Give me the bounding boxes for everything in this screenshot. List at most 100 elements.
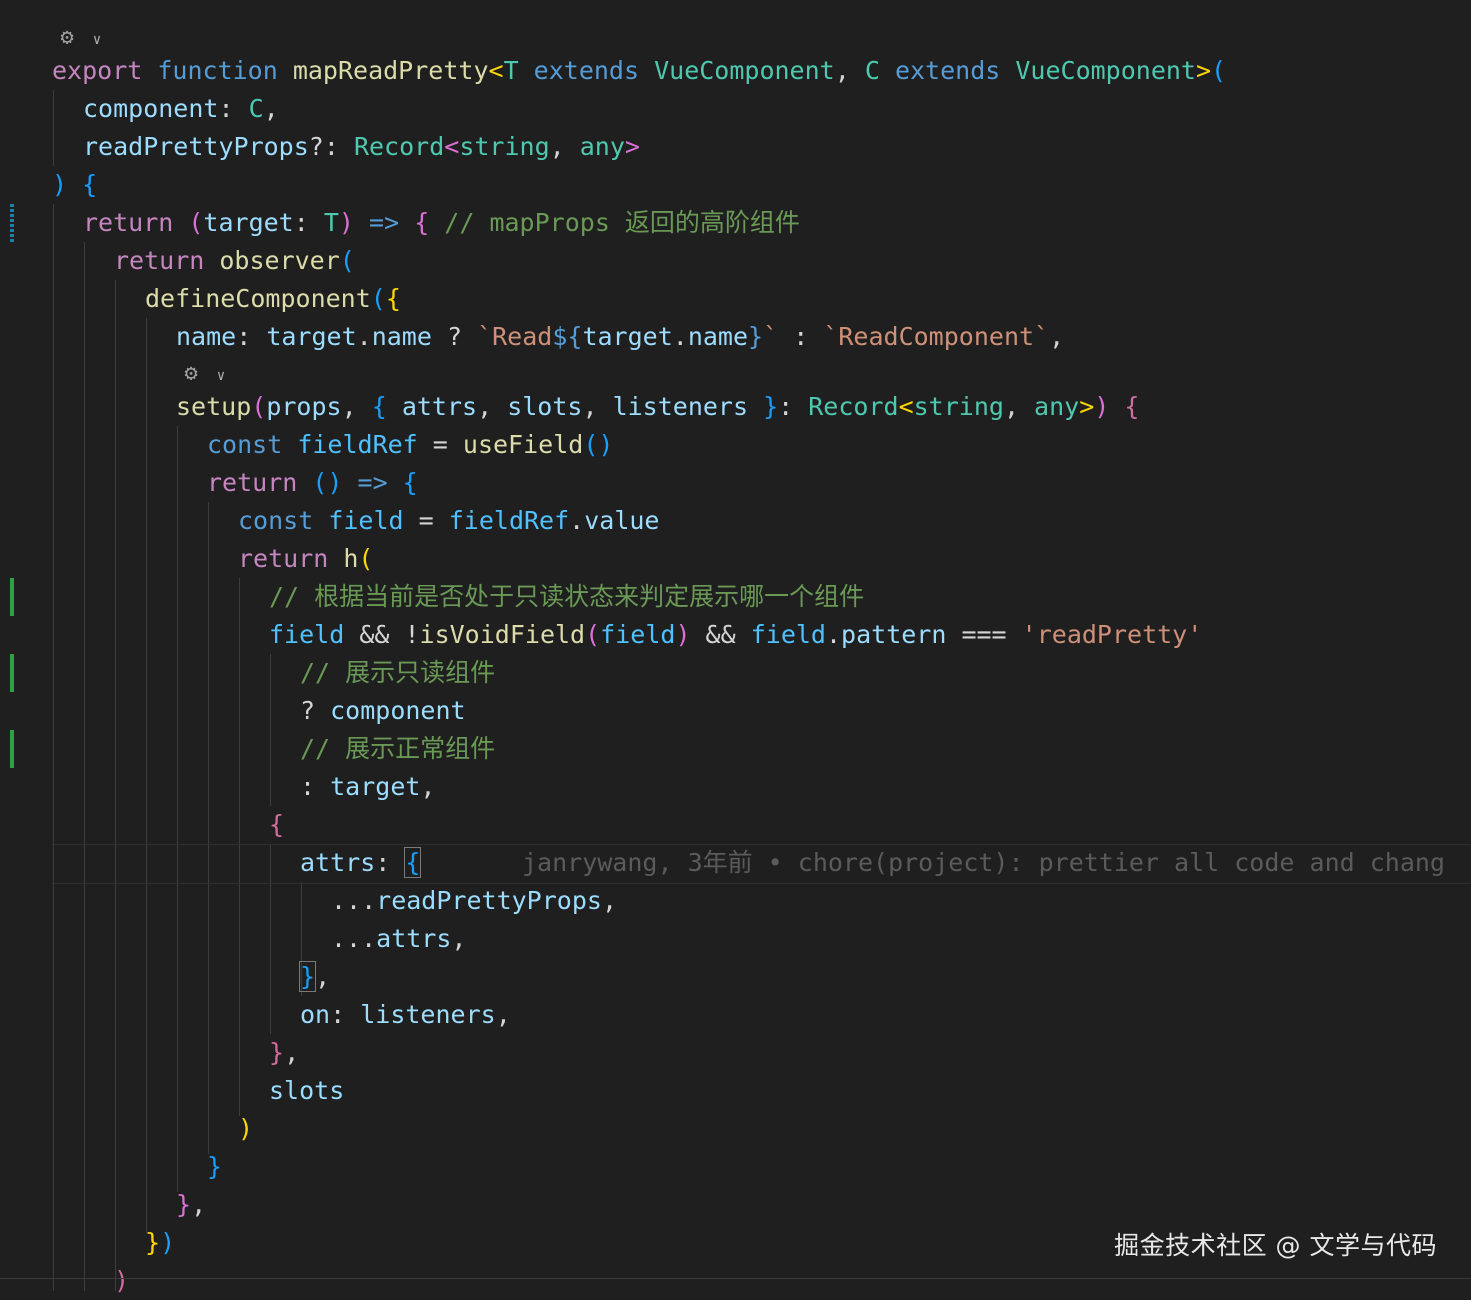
code-line[interactable]: readPrettyProps?: Record<string, any> <box>83 128 640 166</box>
code-token: , <box>1003 392 1035 421</box>
code-token: on <box>300 1000 331 1029</box>
code-token: . <box>356 322 372 351</box>
indent-guide <box>146 318 147 1234</box>
code-line[interactable]: // 展示正常组件 <box>300 730 495 768</box>
code-line[interactable]: }) <box>145 1224 175 1262</box>
gutter-added-marker[interactable] <box>10 654 14 692</box>
code-token: ( <box>251 392 267 421</box>
copilot-icon[interactable]: ⚙ <box>178 359 204 389</box>
code-line[interactable]: attrs: { <box>300 844 422 882</box>
code-line[interactable]: const fieldRef = useField() <box>207 426 613 464</box>
code-token: name <box>371 322 432 351</box>
code-token: : <box>778 322 824 351</box>
code-token: field <box>600 620 676 649</box>
code-token: name <box>176 322 237 351</box>
gutter-added-marker[interactable] <box>10 730 14 768</box>
code-line[interactable]: }, <box>176 1186 206 1224</box>
code-line[interactable]: return observer( <box>114 242 355 280</box>
code-line[interactable]: } <box>207 1148 222 1186</box>
chevron-down-icon[interactable]: ∨ <box>210 361 232 391</box>
git-blame-annotation[interactable]: janrywang, 3年前 • chore(project): prettie… <box>522 844 1445 882</box>
code-line[interactable]: // 根据当前是否处于只读状态来判定展示哪一个组件 <box>269 578 864 616</box>
code-token: . <box>569 506 585 535</box>
code-line[interactable]: ...attrs, <box>331 920 466 958</box>
code-line[interactable]: { <box>269 806 284 844</box>
code-line[interactable]: ...readPrettyProps, <box>331 882 617 920</box>
code-token: () <box>312 468 358 497</box>
indent-guide <box>84 242 85 1291</box>
code-line[interactable]: }, <box>269 1034 299 1072</box>
code-token: => <box>369 208 415 237</box>
code-lens[interactable]: ⚙ ∨ <box>54 22 108 52</box>
code-token: : <box>293 208 324 237</box>
code-token: string <box>913 392 1004 421</box>
code-token: : <box>375 848 406 877</box>
code-line[interactable]: component: C, <box>83 90 279 128</box>
code-line[interactable]: setup(props, { attrs, slots, listeners }… <box>176 388 1139 426</box>
code-line[interactable]: return () => { <box>207 464 418 502</box>
code-line[interactable]: ) <box>114 1262 129 1300</box>
code-line[interactable]: export function mapReadPretty<T extends … <box>52 52 1226 90</box>
code-token: component <box>330 696 466 725</box>
code-token: pattern <box>841 620 947 649</box>
code-token: { <box>414 208 430 237</box>
code-line[interactable]: ) <box>238 1110 253 1148</box>
code-token: VueComponent <box>1015 56 1196 85</box>
code-token: : <box>236 322 267 351</box>
indent-guide <box>53 204 54 1291</box>
code-token: mapReadPretty <box>292 56 489 85</box>
code-token: readPrettyProps <box>376 886 602 915</box>
code-line[interactable]: name: target.name ? `Read${target.name}`… <box>176 318 1064 356</box>
code-token: === <box>946 620 1022 649</box>
code-line[interactable]: // 展示只读组件 <box>300 654 495 692</box>
indent-guide <box>177 426 178 1192</box>
code-token: ) <box>1094 392 1110 421</box>
code-line[interactable]: return h( <box>238 540 373 578</box>
code-token: , <box>477 392 508 421</box>
code-editor[interactable]: ⚙ ∨ ⚙ ∨ export function mapReadPretty<T ex… <box>0 0 1471 1295</box>
code-token: T <box>503 56 534 85</box>
code-token: any <box>1034 392 1080 421</box>
code-token: extends <box>894 56 1016 85</box>
code-token: value <box>584 506 660 535</box>
code-token: ( <box>1211 56 1227 85</box>
code-token: , <box>420 772 436 801</box>
code-token: < <box>898 392 914 421</box>
code-line[interactable]: : target, <box>300 768 435 806</box>
code-token: attrs <box>376 924 452 953</box>
code-token: { <box>402 468 418 497</box>
code-token: target <box>330 772 421 801</box>
code-token: string <box>459 132 550 161</box>
code-token: const <box>238 506 329 535</box>
code-token: fieldRef <box>297 430 418 459</box>
code-line[interactable]: slots <box>269 1072 344 1110</box>
code-line[interactable]: defineComponent({ <box>145 280 401 318</box>
code-token: useField <box>462 430 584 459</box>
code-line[interactable]: const field = fieldRef.value <box>238 502 659 540</box>
code-token: return <box>238 544 344 573</box>
code-token: > <box>1079 392 1095 421</box>
code-line[interactable]: on: listeners, <box>300 996 511 1034</box>
code-token: { <box>371 392 402 421</box>
indent-guide <box>115 280 116 1291</box>
gutter-modified-marker[interactable] <box>10 204 14 242</box>
gutter-added-marker[interactable] <box>10 578 14 616</box>
code-token: { <box>404 847 422 878</box>
code-line[interactable]: ? component <box>300 692 466 730</box>
code-token: component <box>83 94 219 123</box>
code-line[interactable]: }, <box>298 958 330 996</box>
code-token: , <box>263 94 279 123</box>
code-lens[interactable]: ⚙ ∨ <box>178 358 232 388</box>
code-token: slots <box>507 392 583 421</box>
code-line[interactable]: ) { <box>52 166 97 204</box>
code-line[interactable]: field && !isVoidField(field) && field.pa… <box>269 616 1202 654</box>
code-token: ... <box>331 886 377 915</box>
copilot-icon[interactable]: ⚙ <box>54 23 80 53</box>
code-token: , <box>191 1190 207 1219</box>
code-line[interactable]: return (target: T) => { // mapProps 返回的高… <box>83 204 800 242</box>
code-token: : <box>778 392 809 421</box>
chevron-down-icon[interactable]: ∨ <box>86 25 108 55</box>
code-token: } <box>207 1152 223 1181</box>
indent-guide <box>270 654 271 806</box>
